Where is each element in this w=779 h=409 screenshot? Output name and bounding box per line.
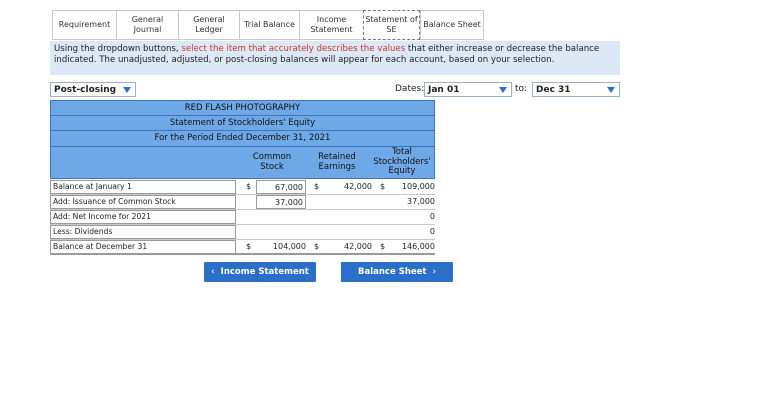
statement-period: For the Period Ended December 31, 2021 bbox=[50, 130, 435, 147]
prev-income-statement-button[interactable]: ‹ Income Statement bbox=[204, 262, 316, 282]
currency-sign: $ bbox=[380, 182, 386, 191]
row-label-dropdown[interactable]: Add: Issuance of Common Stock bbox=[50, 195, 236, 209]
tab-statement-of-se[interactable]: Statement of SE bbox=[363, 10, 420, 40]
total-cell: 0 bbox=[429, 227, 435, 236]
total-cell: 146,000 bbox=[401, 242, 435, 251]
tab-trial-balance[interactable]: Trial Balance bbox=[239, 10, 299, 40]
chevron-down-icon bbox=[499, 87, 507, 93]
total-cell: 37,000 bbox=[407, 197, 435, 206]
retained-earnings-cell bbox=[324, 225, 372, 239]
common-stock-cell[interactable]: 37,000 bbox=[256, 195, 306, 209]
balance-type-value: Post-closing bbox=[54, 84, 117, 95]
currency-sign: $ bbox=[380, 242, 386, 251]
row-label-dropdown[interactable]: Balance at December 31 bbox=[50, 240, 236, 254]
from-date-dropdown[interactable]: Jan 01 bbox=[424, 82, 512, 97]
col-total-se: Total Stockholders' Equity bbox=[373, 147, 431, 176]
tab-balance-sheet[interactable]: Balance Sheet bbox=[420, 10, 484, 40]
statement-title: Statement of Stockholders' Equity bbox=[50, 115, 435, 131]
to-label: to: bbox=[515, 84, 528, 94]
common-stock-cell: 104,000 bbox=[272, 242, 306, 251]
common-stock-cell bbox=[256, 225, 306, 239]
dates-label: Dates: bbox=[395, 84, 425, 94]
row-label-dropdown[interactable]: Less: Dividends bbox=[50, 225, 236, 239]
tab-general-ledger[interactable]: General Ledger bbox=[178, 10, 239, 40]
company-name: RED FLASH PHOTOGRAPHY bbox=[50, 100, 435, 116]
common-stock-cell bbox=[256, 210, 306, 224]
currency-sign: $ bbox=[246, 182, 252, 191]
column-headers: Common Stock Retained Earnings Total Sto… bbox=[50, 146, 435, 179]
from-date-value: Jan 01 bbox=[428, 84, 460, 95]
instructions-box: Using the dropdown buttons, select the i… bbox=[50, 41, 620, 75]
col-common-stock: Common Stock bbox=[252, 152, 292, 172]
total-cell: 109,000 bbox=[401, 182, 435, 191]
to-date-dropdown[interactable]: Dec 31 bbox=[532, 82, 620, 97]
chevron-down-icon bbox=[607, 87, 615, 93]
table-row: Balance at January 1 $ 67,000 $ 42,000 $… bbox=[50, 180, 435, 195]
col-retained-earnings: Retained Earnings bbox=[318, 152, 356, 172]
table-row: Less: Dividends 0 bbox=[50, 225, 435, 240]
tab-general-journal[interactable]: General Journal bbox=[116, 10, 178, 40]
to-date-value: Dec 31 bbox=[536, 84, 571, 95]
instructions-highlight: select the item that accurately describe… bbox=[181, 44, 406, 54]
chevron-down-icon bbox=[123, 87, 131, 93]
tab-income-statement[interactable]: Income Statement bbox=[299, 10, 363, 40]
table-row: Add: Net Income for 2021 0 bbox=[50, 210, 435, 225]
row-label-dropdown[interactable]: Balance at January 1 bbox=[50, 180, 236, 194]
total-cell: 0 bbox=[429, 212, 435, 221]
table-row: Balance at December 31 $ 104,000 $ 42,00… bbox=[50, 240, 435, 255]
balance-type-dropdown[interactable]: Post-closing bbox=[50, 82, 136, 97]
currency-sign: $ bbox=[314, 242, 320, 251]
chevron-left-icon: ‹ bbox=[211, 267, 215, 277]
instructions-text: Using the dropdown buttons, bbox=[54, 44, 182, 54]
row-label-dropdown[interactable]: Add: Net Income for 2021 bbox=[50, 210, 236, 224]
next-balance-sheet-button[interactable]: Balance Sheet › bbox=[341, 262, 453, 282]
retained-earnings-cell bbox=[324, 195, 372, 209]
prev-button-label: Income Statement bbox=[220, 267, 309, 277]
tab-requirement[interactable]: Requirement bbox=[52, 10, 116, 40]
retained-earnings-cell: 42,000 bbox=[344, 182, 372, 191]
tab-bar: Requirement General Journal General Ledg… bbox=[52, 10, 484, 40]
retained-earnings-cell bbox=[324, 210, 372, 224]
chevron-right-icon: › bbox=[432, 267, 436, 277]
table-row: Add: Issuance of Common Stock 37,000 37,… bbox=[50, 195, 435, 210]
currency-sign: $ bbox=[246, 242, 252, 251]
currency-sign: $ bbox=[314, 182, 320, 191]
common-stock-cell[interactable]: 67,000 bbox=[256, 180, 306, 194]
retained-earnings-cell: 42,000 bbox=[344, 242, 372, 251]
next-button-label: Balance Sheet bbox=[358, 267, 427, 277]
